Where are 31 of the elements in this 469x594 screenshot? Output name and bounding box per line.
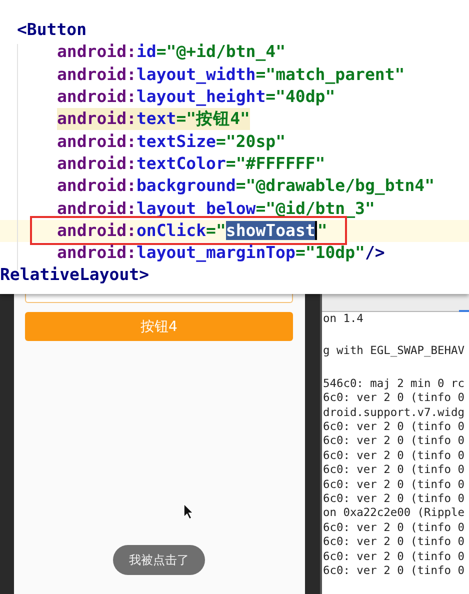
app-button[interactable]: 按钮4 bbox=[25, 312, 293, 341]
code-line: android:layout_below="@id/btn_3" bbox=[57, 198, 375, 220]
log-line: droid.support.v7.widg bbox=[322, 406, 466, 420]
log-line: 6c0: ver 2 0 (tinfo 0 bbox=[322, 535, 466, 550]
log-line: 6c0: ver 2 0 (tinfo 0 bbox=[322, 520, 466, 536]
code-line: android:textColor="#FFFFFF" bbox=[57, 152, 326, 175]
code-line: android:background="@drawable/bg_btn4" bbox=[57, 175, 435, 198]
code-line: android:layout_width="match_parent" bbox=[57, 64, 405, 86]
log-line: 6c0: ver 2 0 (tinfo 0 bbox=[322, 420, 466, 434]
log-line: 6c0: ver 2 0 (tinfo 0 bbox=[322, 492, 466, 506]
log-line: 6c0: ver 2 0 (tinfo 0 bbox=[322, 463, 466, 478]
log-line: 6c0: ver 2 0 (tinfo 0 bbox=[322, 448, 466, 464]
code-line: android:layout_height="40dp" bbox=[57, 86, 336, 108]
toast-message: 我被点击了 bbox=[113, 545, 205, 575]
code-line: RelativeLayout> bbox=[0, 264, 150, 286]
code-line: android:onClick="showToast" bbox=[57, 220, 328, 242]
log-line: on 0xa22c2e00 (Ripple bbox=[322, 506, 466, 521]
app-button[interactable] bbox=[25, 294, 293, 303]
code-line: <Button bbox=[17, 19, 87, 42]
log-line: 6c0: ver 2 0 (tinfo 0 bbox=[322, 434, 466, 449]
log-line: 6c0: ver 2 0 (tinfo 0 bbox=[322, 478, 466, 492]
log-line: 546c0: maj 2 min 0 rc bbox=[322, 376, 466, 392]
code-line: android:id="@+id/btn_4" bbox=[57, 41, 286, 64]
log-line: g with EGL_SWAP_BEHAV bbox=[322, 343, 466, 359]
code-line: android:textSize="20sp" bbox=[57, 130, 286, 153]
mouse-pointer-icon bbox=[183, 503, 194, 520]
log-line: 6c0: ver 2 0 (tinfo 0 bbox=[322, 550, 466, 564]
log-line: 6c0: ver 2 0 (tinfo 0 bbox=[322, 391, 466, 406]
code-line: android:layout_marginTop="10dp"/> bbox=[57, 242, 385, 264]
log-line: 6c0: ver 2 0 (tinfo 0 bbox=[322, 564, 466, 578]
log-line: on 1.4 bbox=[322, 312, 364, 326]
